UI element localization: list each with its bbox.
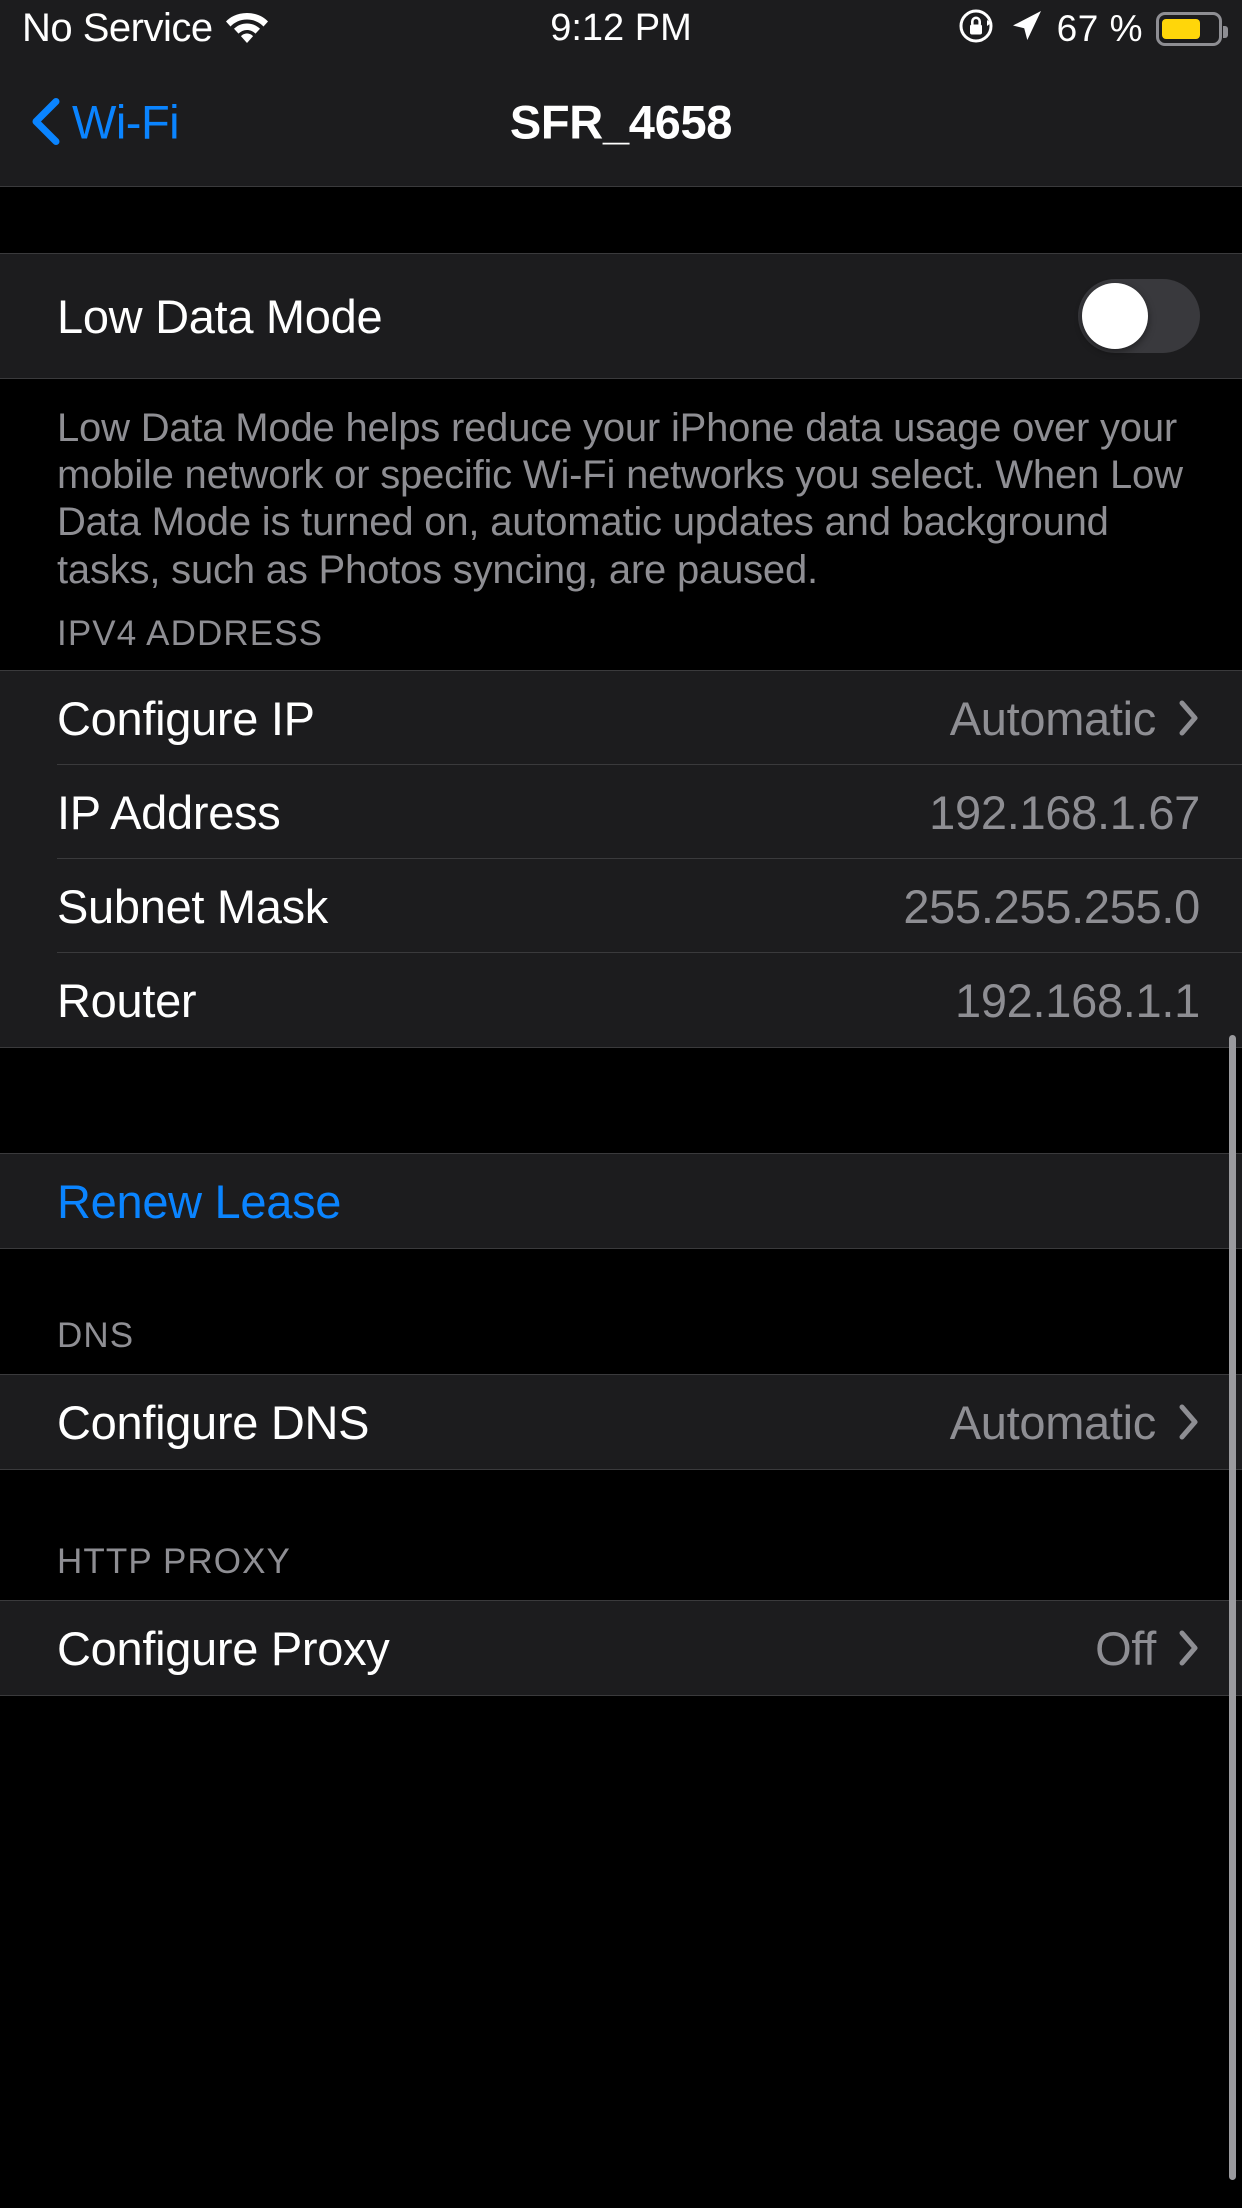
toggle-knob xyxy=(1082,283,1148,349)
spacer-after-ipv4 xyxy=(0,1048,1242,1153)
row-accessory: 192.168.1.1 xyxy=(955,973,1200,1028)
ipv4-section-header: IPV4 ADDRESS xyxy=(0,591,1242,670)
row-router[interactable]: Router 192.168.1.1 xyxy=(0,953,1242,1047)
row-value: 255.255.255.0 xyxy=(903,879,1200,933)
row-subnet-mask[interactable]: Subnet Mask 255.255.255.0 xyxy=(0,859,1242,953)
chevron-right-icon xyxy=(1178,699,1200,737)
battery-fill xyxy=(1162,18,1200,39)
row-value: Automatic xyxy=(949,691,1157,745)
row-label: Subnet Mask xyxy=(57,879,329,933)
low-data-mode-group: Low Data Mode xyxy=(0,253,1242,379)
row-value: 192.168.1.67 xyxy=(929,785,1200,839)
row-label: Router xyxy=(57,973,197,1027)
row-accessory: 192.168.1.67 xyxy=(929,785,1200,840)
row-value: 192.168.1.1 xyxy=(955,973,1200,1027)
row-value: Off xyxy=(1095,1621,1156,1675)
renew-lease-label: Renew Lease xyxy=(57,1174,342,1228)
low-data-mode-footer: Low Data Mode helps reduce your iPhone d… xyxy=(0,379,1242,592)
chevron-right-icon xyxy=(1178,1403,1200,1441)
row-accessory: Off xyxy=(1095,1621,1200,1676)
low-data-mode-row[interactable]: Low Data Mode xyxy=(0,254,1242,378)
status-bar: No Service 9:12 PM 67 % xyxy=(0,0,1242,57)
wifi-network-details-screen: No Service 9:12 PM 67 % Wi-Fi SFR_4658 L… xyxy=(0,0,1242,2208)
battery-icon xyxy=(1156,11,1228,46)
low-data-mode-label: Low Data Mode xyxy=(57,289,383,343)
row-configure-ip[interactable]: Configure IP Automatic xyxy=(0,671,1242,765)
location-arrow-icon xyxy=(1008,8,1044,49)
proxy-group: Configure Proxy Off xyxy=(0,1600,1242,1696)
row-label: IP Address xyxy=(57,785,281,839)
status-bar-right: 67 % xyxy=(957,7,1228,50)
row-label: Configure Proxy xyxy=(57,1621,390,1675)
row-accessory: Automatic xyxy=(950,1395,1200,1450)
row-configure-proxy[interactable]: Configure Proxy Off xyxy=(0,1601,1242,1695)
dns-section-header: DNS xyxy=(0,1249,1242,1374)
row-value: Automatic xyxy=(949,1395,1157,1449)
page-title: SFR_4658 xyxy=(509,95,733,148)
row-accessory: 255.255.255.0 xyxy=(903,879,1200,934)
low-data-mode-toggle[interactable] xyxy=(1078,279,1200,353)
row-label: Configure IP xyxy=(57,691,315,745)
navigation-bar: Wi-Fi SFR_4658 xyxy=(0,57,1242,187)
battery-percent-label: 67 % xyxy=(1056,7,1143,49)
ipv4-group: Configure IP Automatic IP Address 192.16… xyxy=(0,670,1242,1048)
settings-list: Low Data Mode Low Data Mode helps reduce… xyxy=(0,188,1242,2208)
rotation-lock-icon xyxy=(957,7,995,50)
renew-lease-group: Renew Lease xyxy=(0,1153,1242,1249)
row-configure-dns[interactable]: Configure DNS Automatic xyxy=(0,1375,1242,1469)
proxy-section-header: HTTP PROXY xyxy=(0,1470,1242,1600)
chevron-right-icon xyxy=(1178,1629,1200,1667)
row-label: Configure DNS xyxy=(57,1395,370,1449)
row-renew-lease[interactable]: Renew Lease xyxy=(0,1154,1242,1248)
row-ip-address[interactable]: IP Address 192.168.1.67 xyxy=(0,765,1242,859)
dns-group: Configure DNS Automatic xyxy=(0,1374,1242,1470)
spacer-top xyxy=(0,188,1242,253)
row-accessory: Automatic xyxy=(950,691,1200,746)
scroll-indicator[interactable] xyxy=(1229,1035,1236,2180)
